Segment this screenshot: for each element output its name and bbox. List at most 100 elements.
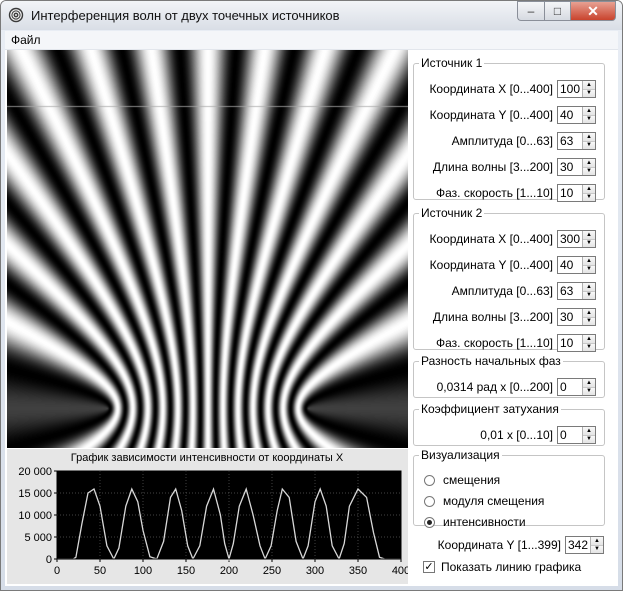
interference-pattern[interactable] [7,50,408,448]
phase-legend: Разность начальных фаз [421,354,561,368]
coord-y-up-icon[interactable]: ▲ [591,537,603,545]
source2-amp-row: Амплитуда [0...63] ▲▼ [452,281,596,301]
source1-x-up-icon[interactable]: ▲ [583,81,595,89]
source1-speed-up-icon[interactable]: ▲ [583,185,595,193]
source2-y-label: Координата Y [0...400] [429,258,553,272]
source2-amp-input[interactable] [558,283,582,299]
source2-speed-row: Фаз. скорость [1...10] ▲▼ [436,333,596,353]
source2-amp-down-icon[interactable]: ▼ [583,290,595,299]
source2-y-spinner: ▲▼ [557,256,596,274]
source1-speed-label: Фаз. скорость [1...10] [435,186,553,200]
radio-intensity-icon[interactable] [424,516,435,528]
phase-group: Разность начальных фаз 0,0314 рад x [0..… [413,354,605,398]
show-line-checkbox-row[interactable]: ✓ Показать линию графика [423,560,581,574]
source1-speed-down-icon[interactable]: ▼ [583,192,595,201]
coord-y-row: Координата Y [1...399] ▲▼ [438,535,604,555]
radio-intensity-label: интенсивности [443,515,526,529]
radio-intensity[interactable]: интенсивности [424,515,526,529]
source2-speed-input[interactable] [558,335,582,351]
source2-x-down-icon[interactable]: ▼ [583,238,595,247]
source1-y-up-icon[interactable]: ▲ [583,107,595,115]
damping-up-icon[interactable]: ▲ [583,427,595,435]
maximize-button[interactable]: □ [544,1,570,21]
radio-displacement-modulus-label: модуля смещения [443,494,545,508]
source1-group: Источник 1 Координата X [0...400]▲▼ Коор… [413,56,605,202]
source2-y-up-icon[interactable]: ▲ [583,257,595,265]
menu-bar: Файл [5,31,618,50]
damping-down-icon[interactable]: ▼ [583,434,595,443]
coord-y-input[interactable] [566,537,590,553]
source2-wavelength-down-icon[interactable]: ▼ [583,316,595,325]
maximize-icon: □ [553,4,562,18]
source1-amp-spinner: ▲▼ [557,132,596,150]
source2-wavelength-input[interactable] [558,309,582,325]
coord-y-down-icon[interactable]: ▼ [591,544,603,553]
radio-displacement[interactable]: смещения [424,473,500,487]
source2-speed-label: Фаз. скорость [1...10] [435,336,553,350]
coord-y-spinner: ▲▼ [565,536,604,554]
source1-y-down-icon[interactable]: ▼ [583,114,595,123]
source2-x-up-icon[interactable]: ▲ [583,231,595,239]
source1-amp-input[interactable] [558,133,582,149]
phase-label: 0,0314 рад x [0...200] [436,380,553,394]
source2-x-label: Координата X [0...400] [429,232,553,246]
source2-x-row: Координата X [0...400] ▲▼ [429,229,596,249]
radio-displacement-modulus[interactable]: модуля смещения [424,494,544,508]
phase-spinner: ▲▼ [557,378,596,396]
source2-group: Источник 2 Координата X [0...400]▲▼ Коор… [413,206,605,353]
source1-y-input[interactable] [558,107,582,123]
close-button[interactable]: ✕ [570,1,616,21]
source1-wavelength-label: Длина волны [3...200] [432,160,553,174]
x-tick-label: 400 [392,565,408,577]
source1-speed-input[interactable] [558,185,582,201]
close-icon: ✕ [587,2,599,19]
source1-wavelength-input[interactable] [558,159,582,175]
source2-speed-down-icon[interactable]: ▼ [583,342,595,351]
x-tick-label: 300 [306,565,324,577]
source2-wavelength-up-icon[interactable]: ▲ [583,309,595,317]
source2-y-down-icon[interactable]: ▼ [583,264,595,273]
source2-amp-label: Амплитуда [0...63] [451,284,553,298]
damping-input[interactable] [558,427,582,443]
y-tick-label: 20 000 [18,466,52,478]
minimize-button[interactable]: – [517,1,544,21]
damping-spinner: ▲▼ [557,426,596,444]
source2-y-input[interactable] [558,257,582,273]
radio-displacement-modulus-icon[interactable] [424,495,435,507]
source2-x-input[interactable] [558,231,582,247]
show-line-checkbox[interactable]: ✓ [423,561,435,573]
intensity-chart: График зависимости интенсивности от коор… [18,452,408,577]
y-tick-label: 10 000 [18,510,52,522]
source1-x-down-icon[interactable]: ▼ [583,88,595,97]
source1-x-input[interactable] [558,81,582,97]
source1-y-row: Координата Y [0...400] ▲▼ [430,105,596,125]
phase-input[interactable] [558,379,582,395]
source2-y-row: Координата Y [0...400] ▲▼ [430,255,596,275]
source2-speed-spinner: ▲▼ [557,334,596,352]
source1-wavelength-row: Длина волны [3...200] ▲▼ [433,157,596,177]
phase-up-icon[interactable]: ▲ [583,379,595,387]
radio-displacement-icon[interactable] [424,474,435,486]
damping-row: 0,01 x [0...10] ▲▼ [480,425,596,445]
source1-amp-row: Амплитуда [0...63] ▲▼ [452,131,596,151]
y-tick-label: 0 [46,554,52,566]
source1-y-spinner: ▲▼ [557,106,596,124]
chart-title: График зависимости интенсивности от коор… [71,452,344,464]
source1-wavelength-up-icon[interactable]: ▲ [583,159,595,167]
source1-amp-up-icon[interactable]: ▲ [583,133,595,141]
minimize-icon: – [527,4,535,18]
client-area: Файл График зависимости интенсивности от… [5,31,618,586]
x-tick-label: 0 [54,565,60,577]
app-window: Интерференция волн от двух точечных исто… [0,0,623,591]
source2-amp-up-icon[interactable]: ▲ [583,283,595,291]
menu-file[interactable]: Файл [11,33,41,47]
app-icon [8,7,24,23]
source2-speed-up-icon[interactable]: ▲ [583,335,595,343]
damping-label: 0,01 x [0...10] [480,428,553,442]
window-title: Интерференция волн от двух точечных исто… [31,8,340,23]
title-bar[interactable]: Интерференция волн от двух точечных исто… [1,1,622,30]
source1-amp-down-icon[interactable]: ▼ [583,140,595,149]
source1-wavelength-down-icon[interactable]: ▼ [583,166,595,175]
phase-down-icon[interactable]: ▼ [583,386,595,395]
y-tick-label: 5 000 [24,532,52,544]
